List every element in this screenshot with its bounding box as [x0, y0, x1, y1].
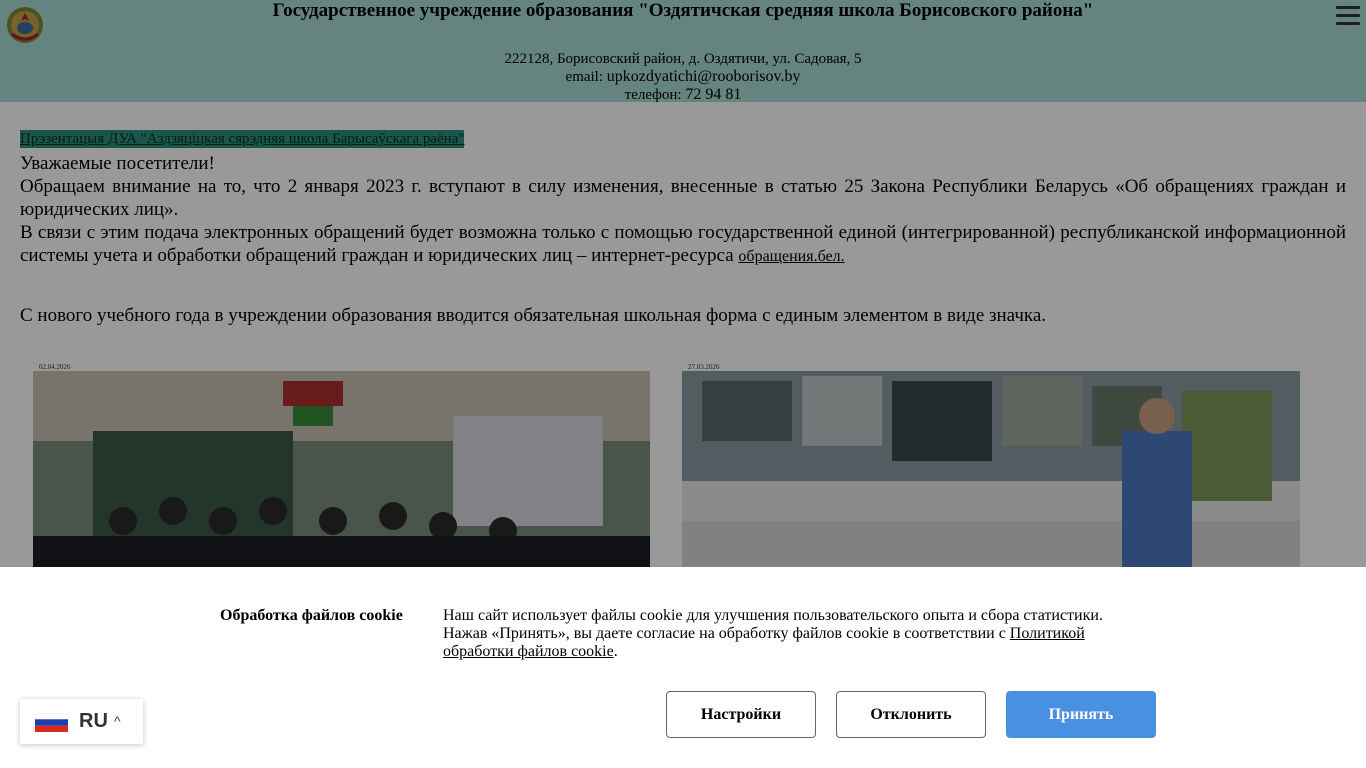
modal-backdrop [0, 0, 1366, 567]
russia-flag-icon [35, 713, 68, 732]
cookie-text-line-1: Наш сайт использует файлы cookie для улу… [443, 607, 1103, 624]
cookie-settings-button[interactable]: Настройки [666, 691, 816, 738]
cookie-text-line-2: Нажав «Принять», вы даете согласие на об… [443, 625, 1006, 642]
language-code: RU [79, 710, 108, 732]
cookie-title: Обработка файлов cookie [220, 607, 403, 624]
cookie-banner: Обработка файлов cookie Наш сайт использ… [0, 567, 1366, 768]
cookie-decline-button[interactable]: Отклонить [836, 691, 986, 738]
chevron-up-icon: ^ [114, 713, 121, 729]
cookie-text-end: . [613, 643, 618, 660]
language-switcher[interactable]: RU ^ [20, 699, 143, 744]
cookie-description: Наш сайт использует файлы cookie для улу… [443, 607, 1133, 661]
cookie-accept-button[interactable]: Принять [1006, 691, 1156, 738]
